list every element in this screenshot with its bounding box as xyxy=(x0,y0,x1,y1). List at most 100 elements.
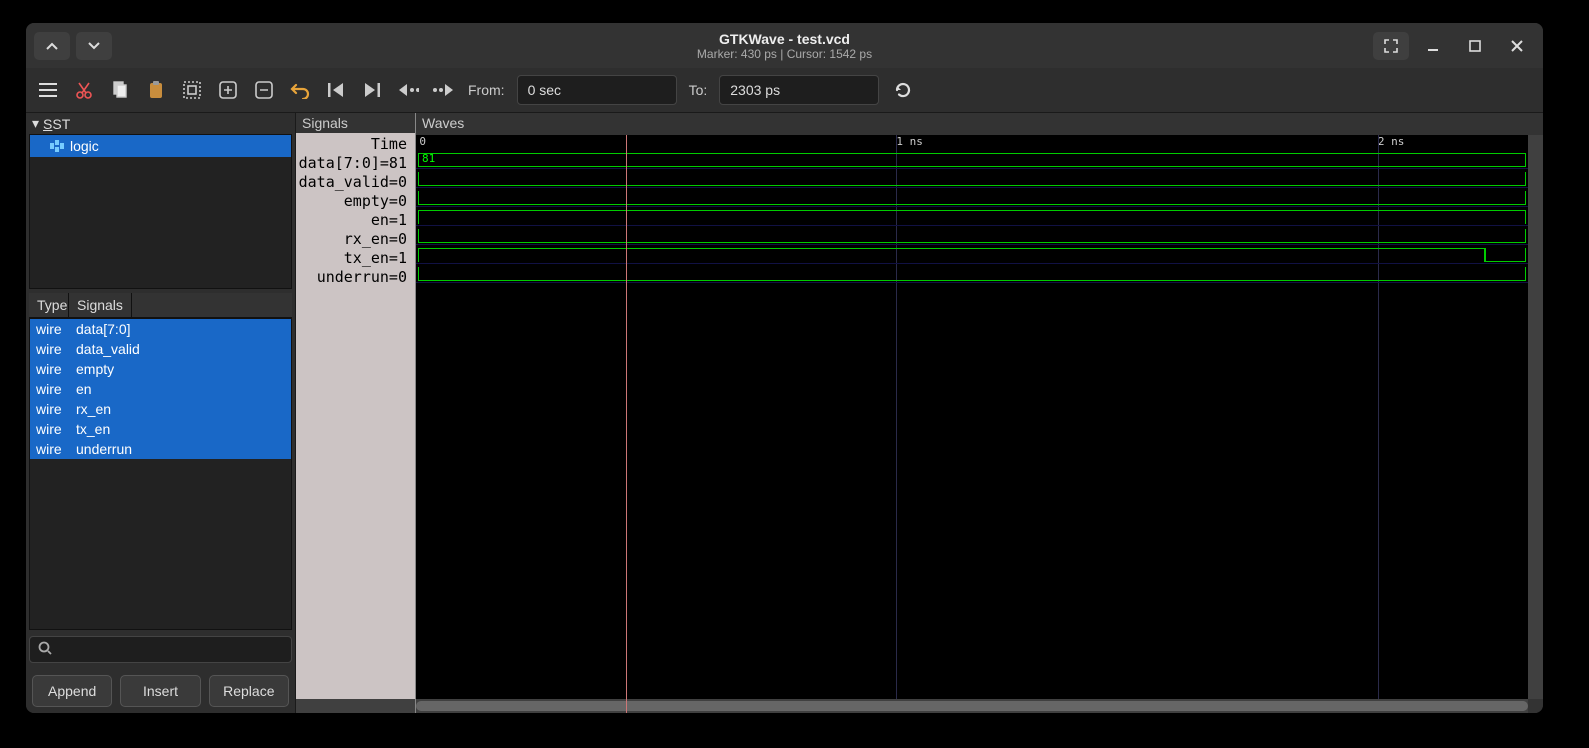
titlebar-left xyxy=(34,32,112,60)
menu-up-button[interactable] xyxy=(34,32,70,60)
tree-item-label: logic xyxy=(70,138,99,154)
insert-button[interactable]: Insert xyxy=(120,675,200,707)
tree-item[interactable]: logic xyxy=(30,135,291,157)
signal-col-hscroll[interactable] xyxy=(296,699,415,713)
signal-name: empty xyxy=(74,361,291,377)
zoom-fit-icon[interactable] xyxy=(180,78,204,102)
action-buttons: Append Insert Replace xyxy=(26,669,295,713)
main-body: ▾ SST logic Type Signals wiredata[7:0]wi… xyxy=(26,113,1543,713)
menu-down-button[interactable] xyxy=(76,32,112,60)
time-axis: 01 ns2 ns xyxy=(416,135,1528,149)
signal-name: underrun xyxy=(74,441,291,457)
undo-icon[interactable] xyxy=(288,78,312,102)
wave-signal-row[interactable] xyxy=(418,170,1526,187)
sidebar: ▾ SST logic Type Signals wiredata[7:0]wi… xyxy=(26,113,296,713)
hierarchy-tree[interactable]: logic xyxy=(29,134,292,289)
signal-type: wire xyxy=(30,341,74,357)
signal-type: wire xyxy=(30,421,74,437)
signal-row[interactable]: wireempty xyxy=(30,359,291,379)
wave-canvas[interactable]: 01 ns2 ns 81 xyxy=(416,135,1528,713)
signal-name: data[7:0] xyxy=(74,321,291,337)
app-window: GTKWave - test.vcd Marker: 430 ps | Curs… xyxy=(26,23,1543,713)
wave-baseline xyxy=(416,282,1528,283)
signal-value-row[interactable]: en=1 xyxy=(296,211,415,230)
window-title: GTKWave - test.vcd xyxy=(697,31,872,47)
toolbar: From: To: xyxy=(26,68,1543,113)
title-center: GTKWave - test.vcd Marker: 430 ps | Curs… xyxy=(697,31,872,61)
prev-edge-icon[interactable] xyxy=(396,78,420,102)
signal-type: wire xyxy=(30,401,74,417)
paste-icon[interactable] xyxy=(144,78,168,102)
signals-header: Signals xyxy=(296,113,415,133)
to-label: To: xyxy=(689,82,708,98)
signal-value-row[interactable]: Time xyxy=(296,135,415,154)
cut-icon[interactable] xyxy=(72,78,96,102)
signal-type: wire xyxy=(30,361,74,377)
marker-line[interactable] xyxy=(626,135,627,713)
wave-signal-row[interactable] xyxy=(418,246,1526,263)
wave-signal-row[interactable] xyxy=(418,208,1526,225)
copy-icon[interactable] xyxy=(108,78,132,102)
zoom-out-icon[interactable] xyxy=(252,78,276,102)
replace-button[interactable]: Replace xyxy=(209,675,289,707)
append-button[interactable]: Append xyxy=(32,675,112,707)
signal-value-row[interactable]: rx_en=0 xyxy=(296,230,415,249)
sst-toggle-icon: ▾ xyxy=(32,115,39,132)
wave-signal-row[interactable] xyxy=(418,189,1526,206)
col-type-header[interactable]: Type xyxy=(29,293,69,317)
col-signals-header[interactable]: Signals xyxy=(69,293,132,317)
signal-type: wire xyxy=(30,321,74,337)
time-tick: 0 xyxy=(419,135,426,148)
signal-row[interactable]: wiretx_en xyxy=(30,419,291,439)
wave-baseline xyxy=(416,225,1528,226)
signal-row[interactable]: wirerx_en xyxy=(30,399,291,419)
waves-header: Waves xyxy=(416,113,1543,135)
close-button[interactable] xyxy=(1499,32,1535,60)
wave-area: Waves 01 ns2 ns 81 xyxy=(416,113,1543,713)
signal-value-row[interactable]: underrun=0 xyxy=(296,268,415,287)
wave-signal-row[interactable]: 81 xyxy=(418,151,1526,168)
signal-type: wire xyxy=(30,381,74,397)
search-icon xyxy=(38,641,52,658)
signal-value-row[interactable]: data[7:0]=81 xyxy=(296,154,415,173)
signal-value-row[interactable]: data_valid=0 xyxy=(296,173,415,192)
signal-row[interactable]: wiredata_valid xyxy=(30,339,291,359)
signal-value-row[interactable]: empty=0 xyxy=(296,192,415,211)
to-input[interactable] xyxy=(719,75,879,105)
hamburger-icon[interactable] xyxy=(36,78,60,102)
signal-type: wire xyxy=(30,441,74,457)
signal-row[interactable]: wireunderrun xyxy=(30,439,291,459)
wave-baseline xyxy=(416,244,1528,245)
maximize-button[interactable] xyxy=(1457,32,1493,60)
fullscreen-button[interactable] xyxy=(1373,32,1409,60)
next-edge-icon[interactable] xyxy=(432,78,456,102)
wave-vscroll[interactable] xyxy=(1528,135,1543,699)
signal-value-row[interactable]: tx_en=1 xyxy=(296,249,415,268)
signal-row[interactable]: wireen xyxy=(30,379,291,399)
signal-row[interactable]: wiredata[7:0] xyxy=(30,319,291,339)
wave-signal-row[interactable] xyxy=(418,265,1526,282)
wave-baseline xyxy=(416,187,1528,188)
from-label: From: xyxy=(468,82,505,98)
reload-icon[interactable] xyxy=(891,78,915,102)
wave-baseline xyxy=(416,206,1528,207)
minimize-button[interactable] xyxy=(1415,32,1451,60)
wave-hscroll-thumb[interactable] xyxy=(416,701,1528,711)
wave-hscroll[interactable] xyxy=(416,699,1528,713)
signal-name: tx_en xyxy=(74,421,291,437)
sst-header[interactable]: ▾ SST xyxy=(26,113,295,134)
zoom-in-icon[interactable] xyxy=(216,78,240,102)
go-start-icon[interactable] xyxy=(324,78,348,102)
search-box[interactable] xyxy=(29,636,292,663)
signal-list[interactable]: wiredata[7:0]wiredata_validwireemptywire… xyxy=(29,318,292,630)
time-tick: 2 ns xyxy=(1378,135,1405,148)
wave-signal-row[interactable] xyxy=(418,227,1526,244)
signal-name: data_valid xyxy=(74,341,291,357)
search-input[interactable] xyxy=(58,642,283,657)
signal-name: en xyxy=(74,381,291,397)
go-end-icon[interactable] xyxy=(360,78,384,102)
module-icon xyxy=(50,140,64,152)
from-input[interactable] xyxy=(517,75,677,105)
bus-value-label: 81 xyxy=(422,152,435,165)
titlebar: GTKWave - test.vcd Marker: 430 ps | Curs… xyxy=(26,23,1543,68)
